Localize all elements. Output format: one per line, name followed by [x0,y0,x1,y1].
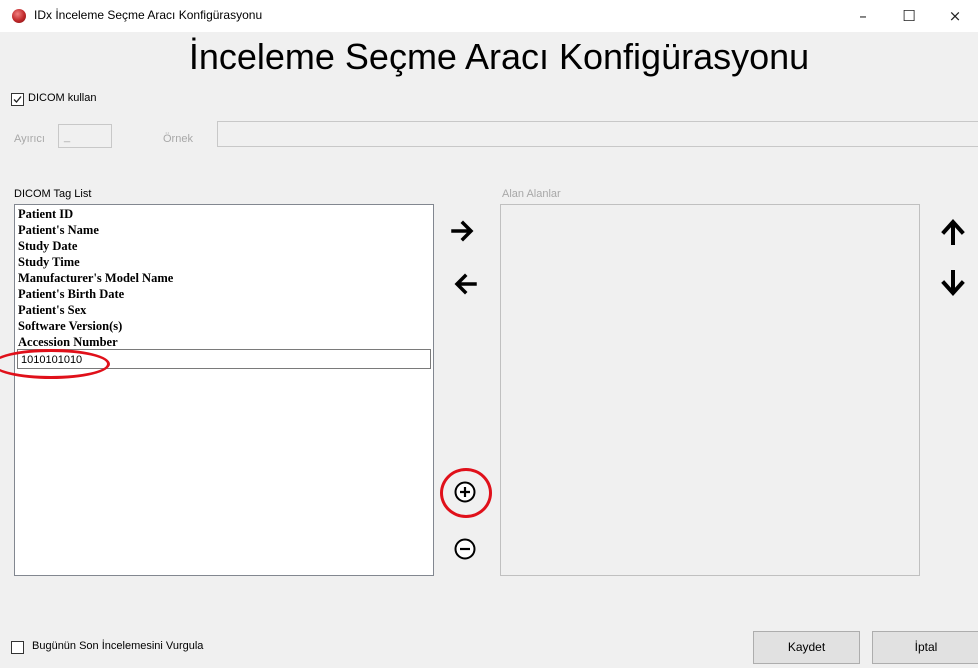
title-bar: IDx İnceleme Seçme Aracı Konfigürasyonu … [0,0,978,32]
save-button[interactable]: Kaydet [753,631,860,664]
dicom-checkbox-label: DICOM kullan [28,92,97,104]
app-icon [12,9,26,23]
list-item[interactable]: Study Date [18,238,77,254]
example-field[interactable] [217,121,978,147]
left-arrow-icon[interactable] [450,270,478,298]
list-item[interactable]: Software Version(s) [18,318,122,334]
annotation-circle [440,468,492,518]
up-arrow-icon[interactable] [939,217,967,245]
list-item[interactable]: Study Time [18,254,80,270]
fields-listbox[interactable] [500,204,920,576]
list-item[interactable]: Manufacturer's Model Name [18,270,173,286]
list-item[interactable]: Patient ID [18,206,73,222]
right-arrow-icon[interactable] [450,217,478,245]
dicom-checkbox[interactable] [11,93,24,106]
highlight-checkbox-label: Bugünün Son İncelemesini Vurgula [32,640,204,652]
tag-list-label: DICOM Tag List [14,188,92,200]
check-icon [13,96,22,103]
list-item[interactable]: Patient's Birth Date [18,286,124,302]
minimize-button[interactable]: – [840,0,886,32]
separator-field[interactable]: _ [58,124,112,148]
list-item[interactable]: Patient's Sex [18,302,86,318]
list-item[interactable]: Patient's Name [18,222,99,238]
window-title: IDx İnceleme Seçme Aracı Konfigürasyonu [34,8,263,22]
close-button[interactable]: × [932,0,978,32]
separator-label: Ayırıcı [14,133,45,145]
highlight-checkbox[interactable] [11,641,24,654]
tag-listbox[interactable]: Patient ID Patient's Name Study Date Stu… [14,204,434,576]
fields-label: Alan Alanlar [502,188,561,200]
separator-value: _ [64,131,71,143]
down-arrow-icon[interactable] [939,270,967,298]
page-title: İnceleme Seçme Aracı Konfigürasyonu [188,36,810,77]
example-label: Örnek [163,133,193,145]
list-item[interactable]: Accession Number [18,334,118,350]
minus-circle-icon[interactable] [453,537,477,561]
maximize-button[interactable]: ☐ [886,0,932,32]
cancel-button[interactable]: İptal [872,631,978,664]
